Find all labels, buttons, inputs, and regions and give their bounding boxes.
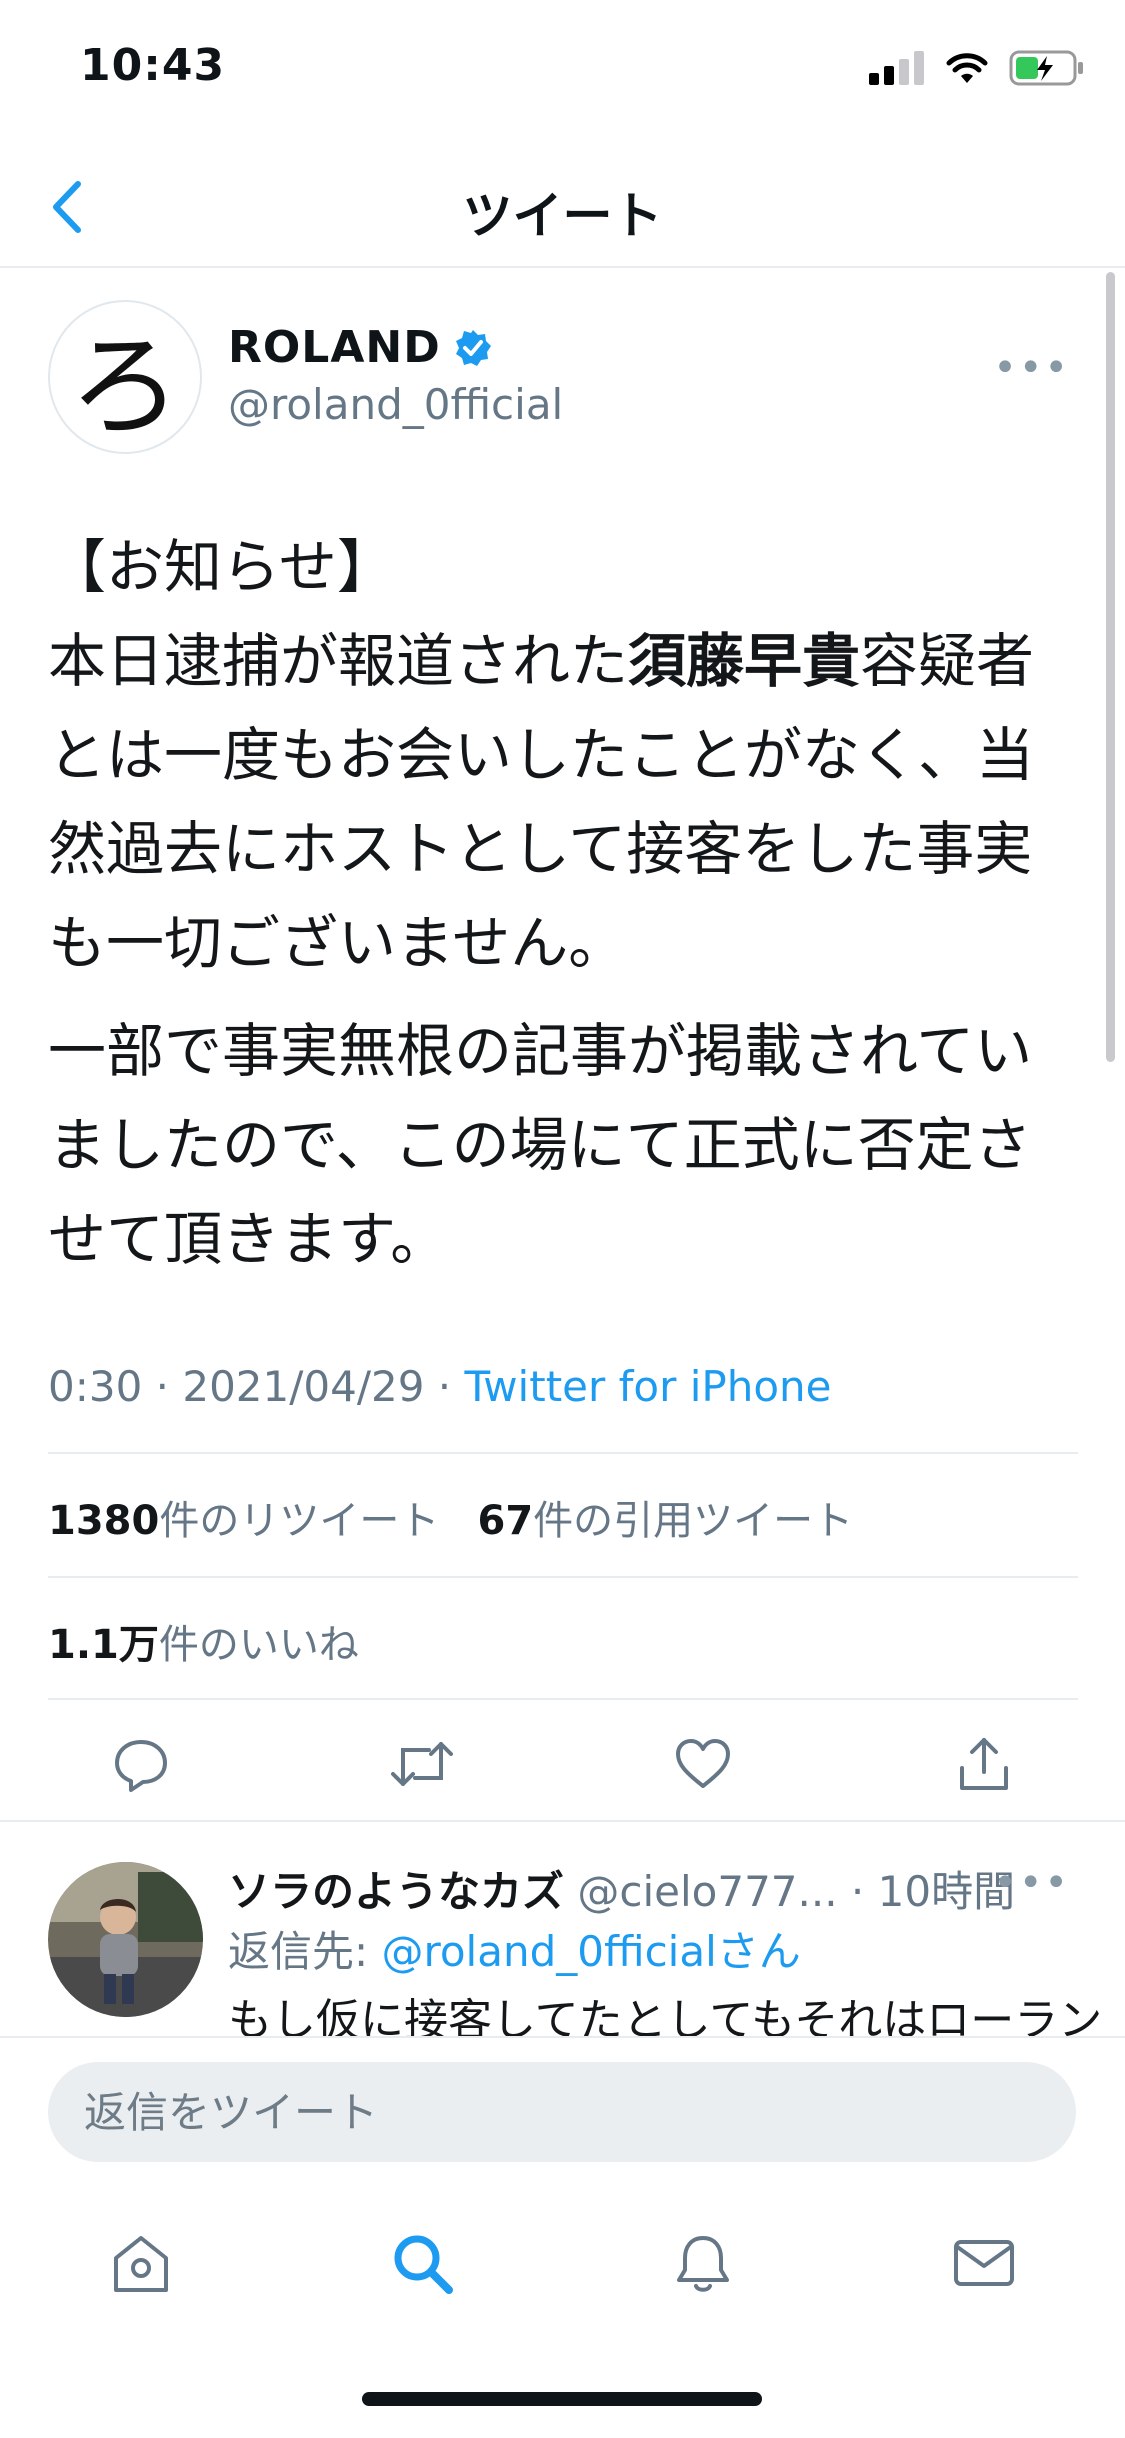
more-options-icon[interactable]: ••• [993,345,1070,391]
tab-search[interactable] [382,2223,462,2303]
divider [48,1698,1078,1700]
retweets-count: 1380 [48,1498,160,1544]
reply-to-link[interactable]: @roland_0fficial [382,1927,717,1976]
quotes-count: 67 [477,1498,534,1544]
tweet-paragraph-1: 【お知らせ】 本日逮捕が報道された須藤早貴容疑者とは一度もお会いしたことがなく、… [48,520,1088,990]
reply-to-line: 返信先: @roland_0fficialさん [228,1918,801,1979]
status-time: 10:43 [80,40,226,91]
reply-author-name[interactable]: ソラのようなカズ [228,1867,564,1916]
heart-icon [676,1739,731,1788]
author-handle[interactable]: @roland_0fficial [228,380,563,429]
verified-badge-icon [455,329,491,366]
reply-avatar[interactable] [48,1862,203,2017]
author-avatar[interactable]: ろ [48,300,202,454]
reply-header: ソラのようなカズ @cielo777... · 10時間 [228,1858,1048,1919]
tab-notifications[interactable] [663,2223,743,2303]
quotes-label: 件の引用ツイート [533,1498,854,1544]
tweet-meta: 0:30 · 2021/04/29 · Twitter for iPhone [48,1362,832,1411]
likes-label: 件のいいね [158,1622,359,1668]
divider [48,1452,1078,1454]
page-title: ツイート [462,187,663,245]
tweet-actions [0,1708,1125,1822]
tweet-text-prefix: 本日逮捕が報道された [48,627,629,695]
reply-more-options-icon[interactable]: ••• [993,1860,1070,1906]
tweet-source-link[interactable]: Twitter for iPhone [465,1362,832,1411]
search-icon [394,2235,453,2294]
tweet-timestamp: 0:30 · 2021/04/29 · [48,1362,465,1411]
home-icon [113,2236,168,2292]
retweet-icon [390,1742,453,1786]
scrollbar[interactable] [1106,272,1115,1062]
reply-time: · 10時間 [850,1867,1016,1916]
share-icon [960,1738,1009,1790]
likes-stats[interactable]: 1.1万件のいいね [48,1612,359,1670]
author-name-row: ROLAND [228,322,493,373]
retweets-label: 件のリツイート [159,1498,440,1544]
retweet-stats[interactable]: 1380件のリツイート 67件の引用ツイート [48,1488,853,1546]
tweet-body: 【お知らせ】 本日逮捕が報道された須藤早貴容疑者とは一度もお会いしたことがなく、… [48,520,1088,1286]
battery-icon [1009,50,1083,86]
like-button[interactable] [668,1729,738,1799]
likes-count: 1.1万 [48,1622,159,1668]
signal-icon [869,51,924,85]
divider [48,1576,1078,1578]
reply-to-prefix: 返信先: [228,1927,382,1976]
reply-icon [114,1740,167,1792]
tweet-paragraph-2: 一部で事実無根の記事が掲載されていましたので、この場にて正式に否定させて頂きます… [48,1017,1033,1273]
reply-to-suffix: さん [716,1927,801,1976]
retweet-button[interactable] [387,1729,457,1799]
mail-icon [954,2240,1015,2286]
bell-icon [677,2236,730,2292]
tab-messages[interactable] [944,2223,1024,2303]
reply-input[interactable] [48,2062,1076,2162]
author-name[interactable]: ROLAND [228,322,441,373]
share-button[interactable] [949,1729,1019,1799]
tab-home[interactable] [101,2223,181,2303]
reply-text: もし仮に接客してたとしてもそれはローラン [228,1995,1103,2036]
status-icons [869,48,1085,88]
nav-bar: ツイート [0,150,1125,268]
home-indicator [362,2392,762,2406]
reply-button[interactable] [106,1729,176,1799]
reply-avatar-photo [48,1862,203,2017]
wifi-icon [946,53,988,83]
tweet-text-bold: 須藤早貴 [628,627,861,695]
tweet-heading: 【お知らせ】 [48,533,395,601]
tab-bar [0,2218,1125,2308]
reply-author-handle[interactable]: @cielo777... [577,1867,837,1916]
